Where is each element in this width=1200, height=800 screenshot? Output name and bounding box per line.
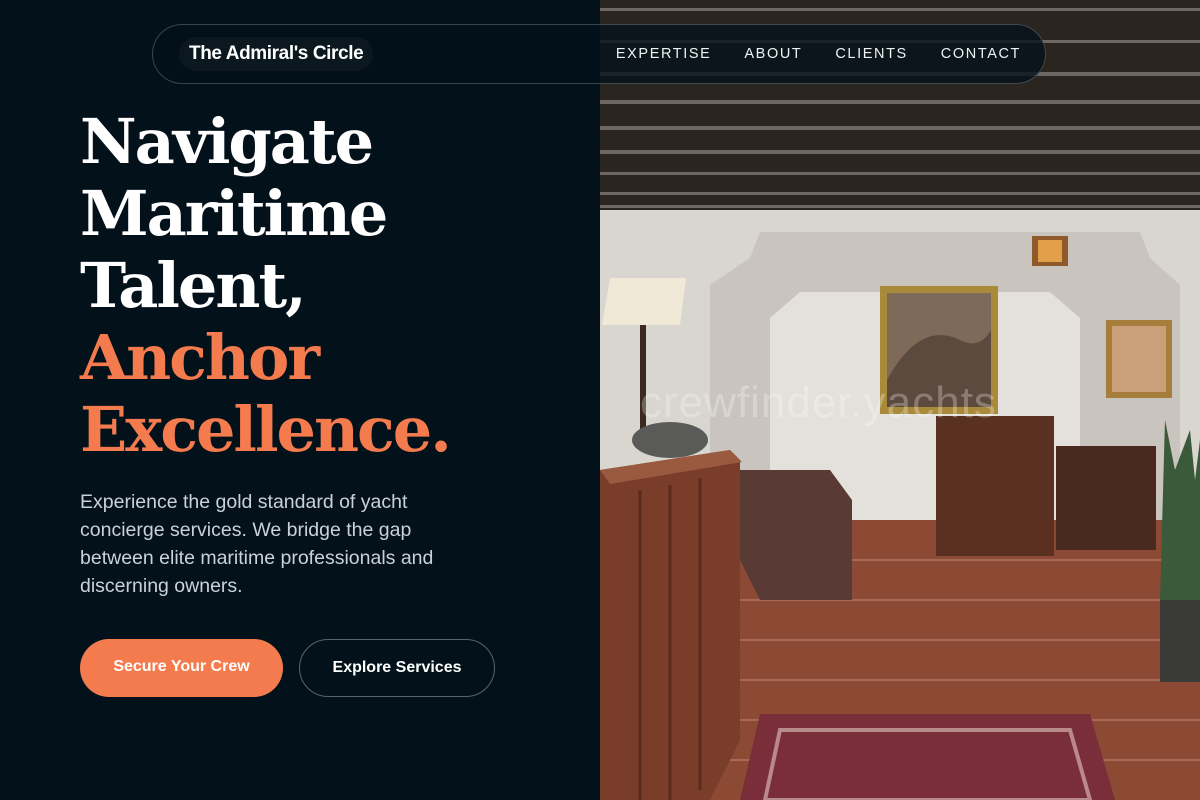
nav-link-about[interactable]: ABOUT (744, 46, 802, 62)
brand-logo[interactable]: The Admiral's Circle (179, 37, 374, 71)
nav-link-expertise[interactable]: EXPERTISE (616, 46, 712, 62)
headline-line-2: Maritime (80, 177, 388, 250)
headline-accent-line-1: Anchor (80, 321, 320, 394)
secure-your-crew-button[interactable]: Secure Your Crew (80, 639, 283, 697)
headline-line-1: Navigate (80, 105, 374, 178)
headline-line-3: Talent, (80, 249, 307, 322)
nav-links: EXPERTISE ABOUT CLIENTS CONTACT (616, 25, 1021, 83)
explore-services-button[interactable]: Explore Services (299, 639, 495, 697)
nav-link-clients[interactable]: CLIENTS (835, 46, 907, 62)
nav-link-contact[interactable]: CONTACT (941, 46, 1021, 62)
image-watermark: crewfinder.yachts (640, 378, 997, 427)
hero-description: Experience the gold standard of yacht co… (80, 491, 434, 597)
headline-accent-line-2: Excellence. (80, 393, 452, 466)
hero-headline: Navigate Maritime Talent, Anchor Excelle… (80, 105, 452, 466)
top-navigation: The Admiral's Circle EXPERTISE ABOUT CLI… (152, 24, 1046, 84)
